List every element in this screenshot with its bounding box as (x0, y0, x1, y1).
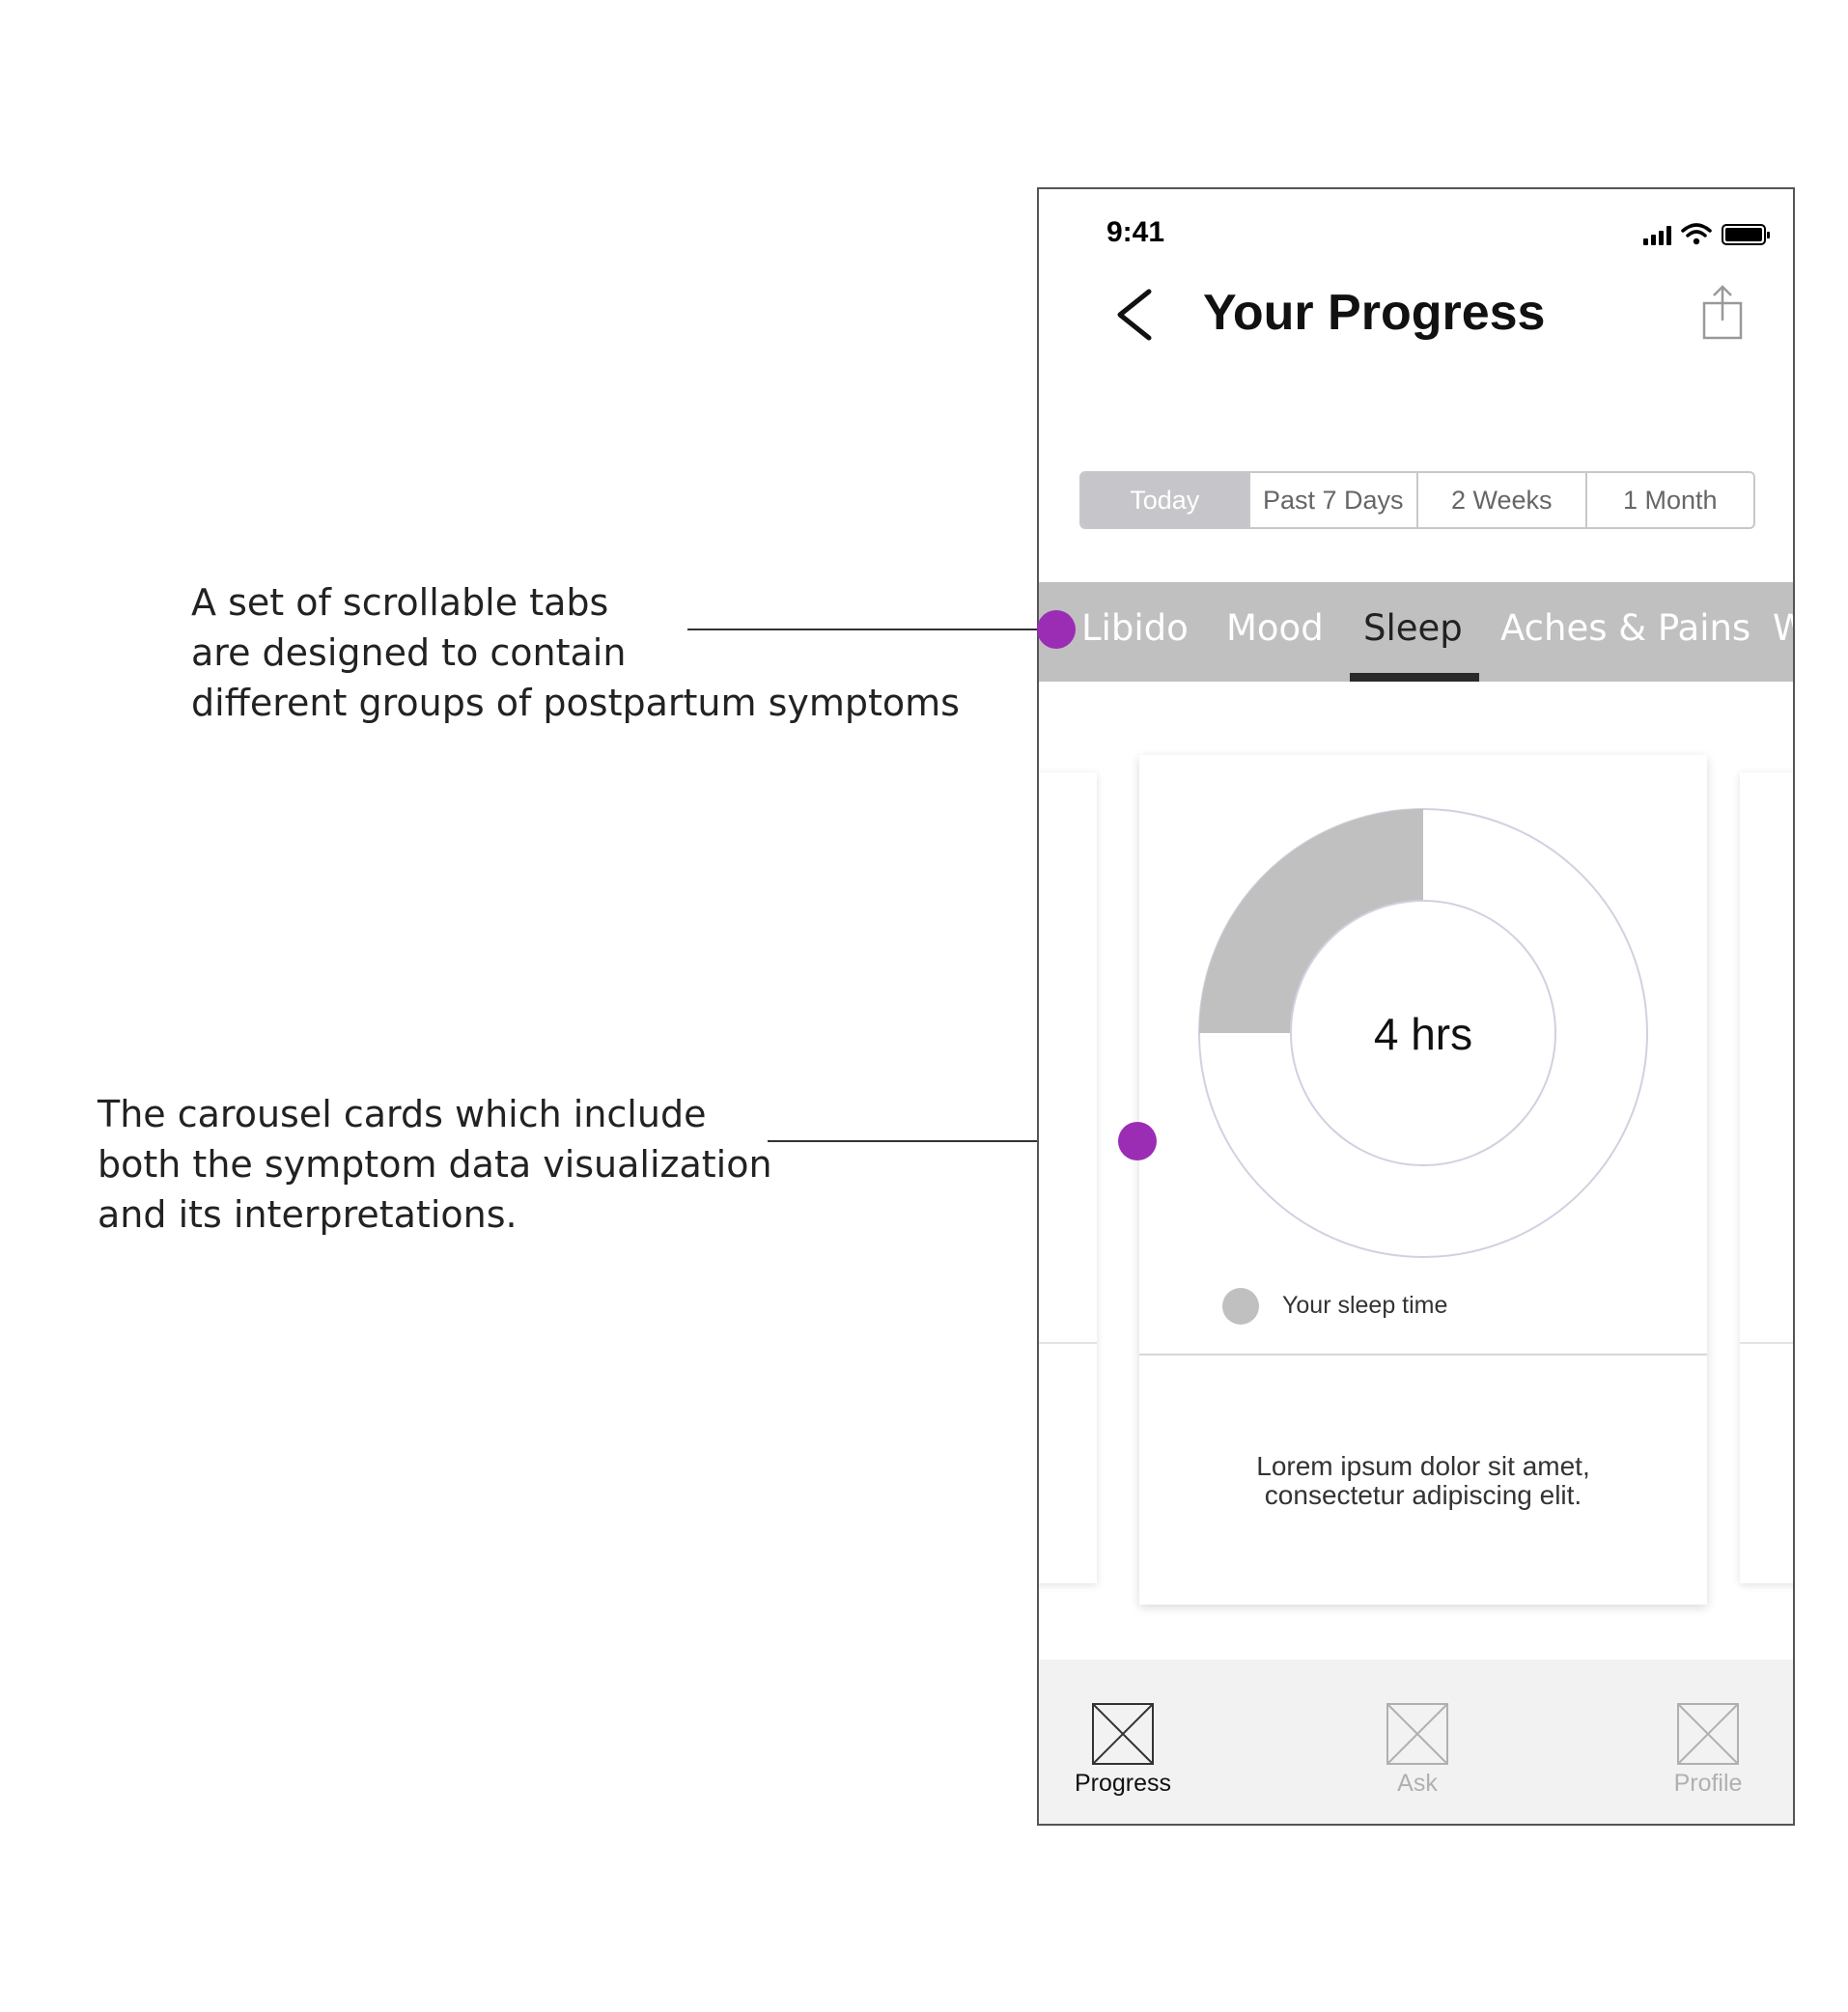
bottom-nav-profile[interactable]: Profile (1645, 1702, 1771, 1798)
chevron-left-icon (1117, 289, 1152, 341)
annotation-marker-dot (1118, 1122, 1157, 1160)
bottom-tab-bar: Progress Ask Profile (1039, 1660, 1793, 1824)
annotation-cards: The carousel cards which include both th… (98, 1089, 772, 1240)
page-title: Your Progress (1203, 285, 1546, 341)
annotation-line: and its interpretations. (98, 1193, 518, 1236)
legend-label: Your sleep time (1282, 1292, 1448, 1319)
annotation-line: are designed to contain (191, 631, 627, 674)
image-placeholder-icon (1677, 1703, 1739, 1765)
share-button[interactable] (1698, 284, 1747, 342)
image-placeholder-icon (1386, 1703, 1448, 1765)
bottom-nav-label: Progress (1074, 1770, 1172, 1797)
back-button[interactable] (1110, 286, 1159, 344)
tab-mood[interactable]: Mood (1226, 607, 1324, 649)
bottom-nav-label: Ask (1397, 1770, 1438, 1797)
interpretation-line: Lorem ipsum dolor sit amet, (1256, 1451, 1590, 1481)
share-icon (1702, 285, 1743, 340)
legend-swatch (1222, 1288, 1259, 1325)
card-interpretation-text: Lorem ipsum dolor sit amet, consectetur … (1139, 1452, 1707, 1510)
range-tab-1-month[interactable]: 1 Month (1584, 473, 1754, 527)
signal-icon (1643, 226, 1671, 245)
annotation-line: The carousel cards which include (98, 1093, 707, 1135)
bottom-nav-label: Profile (1673, 1770, 1743, 1797)
wifi-icon (1681, 223, 1712, 245)
annotation-line: A set of scrollable tabs (191, 581, 609, 624)
carousel-card-previous[interactable] (1039, 772, 1097, 1583)
status-time: 9:41 (1106, 216, 1165, 248)
range-tab-today[interactable]: Today (1081, 473, 1248, 527)
image-placeholder-icon (1092, 1703, 1154, 1765)
symptom-tab-bar[interactable]: Libido Mood Sleep Aches & Pains W (1039, 582, 1793, 682)
carousel-card-sleep[interactable]: 4 hrs Your sleep time Lorem ipsum dolor … (1139, 755, 1707, 1605)
sleep-hours-value: 4 hrs (1373, 1009, 1473, 1059)
status-icons (1643, 222, 1770, 245)
tab-partial[interactable]: W (1773, 607, 1793, 649)
tab-sleep[interactable]: Sleep (1363, 607, 1463, 649)
range-tab-past-7-days[interactable]: Past 7 Days (1247, 473, 1417, 527)
tab-libido[interactable]: Libido (1081, 607, 1189, 649)
carousel-card-next[interactable] (1740, 772, 1793, 1583)
annotation-marker-dot (1037, 610, 1076, 649)
annotation-leader-line (687, 629, 1054, 630)
tab-aches-pains[interactable]: Aches & Pains (1500, 607, 1750, 649)
bottom-nav-ask[interactable]: Ask (1355, 1702, 1480, 1798)
annotation-line: both the symptom data visualization (98, 1143, 772, 1186)
range-segmented-control: Today Past 7 Days 2 Weeks 1 Month (1079, 471, 1755, 529)
active-tab-indicator (1350, 673, 1479, 682)
battery-icon (1722, 224, 1770, 245)
range-tab-2-weeks[interactable]: 2 Weeks (1416, 473, 1585, 527)
phone-frame: 9:41 Your Progress Today Past 7 Days 2 W… (1037, 187, 1795, 1826)
interpretation-line: consectetur adipiscing elit. (1264, 1480, 1582, 1510)
bottom-nav-progress[interactable]: Progress (1060, 1702, 1186, 1798)
annotation-line: different groups of postpartum symptoms (191, 682, 960, 724)
card-divider (1139, 1354, 1707, 1355)
annotation-tabs: A set of scrollable tabs are designed to… (191, 577, 960, 728)
